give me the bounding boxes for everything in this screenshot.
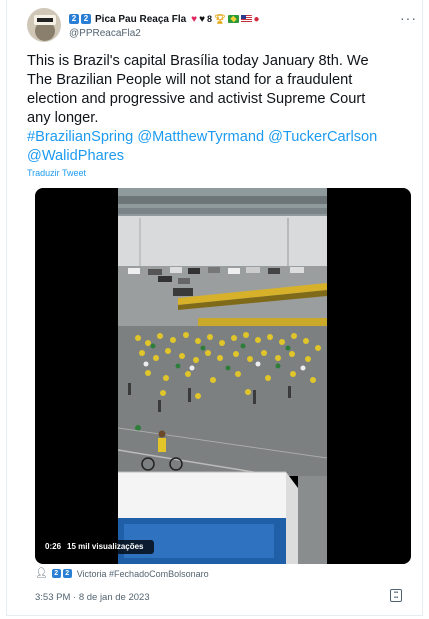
reply-box-2: 2 xyxy=(62,569,72,578)
tweet-line-3: election and progressive and activist Su… xyxy=(27,91,366,107)
person-icon: 👤︎ xyxy=(35,568,48,579)
video-stats-badge: 0:26 15 mil visualizações xyxy=(41,540,154,554)
gif-icon[interactable]: ▪▪ ▪▪ xyxy=(390,589,402,602)
video-scene xyxy=(118,188,327,564)
reply-context-row[interactable]: 👤︎ 2 2 Victoria #FechadoComBolsonaro xyxy=(35,568,209,579)
tweet-card[interactable]: 2 2 Pica Pau Reaça Fla ♥ ♥ 8 🏆︎ ● @PPRea… xyxy=(6,0,423,616)
tweet-header: 2 2 Pica Pau Reaça Fla ♥ ♥ 8 🏆︎ ● @PPRea… xyxy=(27,8,417,44)
boxing-glove-icon: ● xyxy=(253,13,260,25)
trophy-icon: 🏆︎ xyxy=(214,13,226,24)
hashtags-line-1[interactable]: #BrazilianSpring @MatthewTyrmand @Tucker… xyxy=(27,128,417,147)
reply-box-1: 2 xyxy=(51,569,61,578)
video-duration: 0:26 xyxy=(45,542,62,551)
red-heart-icon: ♥ xyxy=(191,13,198,25)
reply-context-text[interactable]: Victoria #FechadoComBolsonaro xyxy=(77,569,209,579)
tweet-body: This is Brazil's capital Brasília today … xyxy=(27,52,417,166)
eight-label: 8 xyxy=(207,14,213,24)
tweet-line-1: This is Brazil's capital Brasília today … xyxy=(27,53,369,69)
author-name[interactable]: Pica Pau Reaça Fla xyxy=(95,14,186,25)
author-name-row[interactable]: 2 2 Pica Pau Reaça Fla ♥ ♥ 8 🏆︎ ● xyxy=(69,12,260,26)
video-player[interactable]: 0:26 15 mil visualizações xyxy=(35,188,411,564)
avatar-image xyxy=(28,9,60,41)
number-box-2: 2 xyxy=(81,14,91,24)
video-views: 15 mil visualizações xyxy=(67,542,144,551)
hashtags-line-2[interactable]: @WalidPhares xyxy=(27,147,417,166)
tweet-timestamp[interactable]: 3:53 PM · 8 de jan de 2023 xyxy=(35,592,150,603)
tweet-line-4: any longer. xyxy=(27,110,99,126)
video-frame[interactable] xyxy=(118,188,327,564)
brazil-flag-icon xyxy=(227,15,239,23)
black-heart-icon: ♥ xyxy=(199,13,206,25)
us-flag-icon xyxy=(240,15,252,23)
translate-link[interactable]: Traduzir Tweet xyxy=(27,168,86,178)
number-box-1: 2 xyxy=(69,14,79,24)
tweet-line-2: The Brazilian People will not stand for … xyxy=(27,72,353,88)
avatar[interactable] xyxy=(27,8,61,42)
more-options-icon[interactable]: ··· xyxy=(400,10,417,26)
author-handle[interactable]: @PPReacaFla2 xyxy=(69,28,141,39)
